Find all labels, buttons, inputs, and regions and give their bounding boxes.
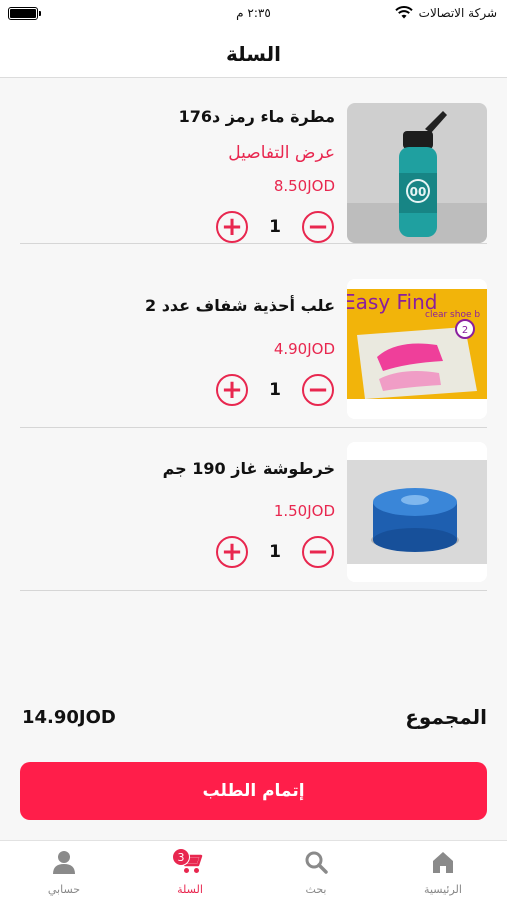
total-value: 14.90JOD bbox=[22, 707, 116, 728]
quantity-value: 1 bbox=[269, 542, 281, 562]
cart-total: 14.90JOD المجموع bbox=[22, 703, 487, 737]
checkout-button[interactable]: إتمام الطلب bbox=[20, 762, 487, 820]
bottom-tab-bar: الرئيسية بحث 3 السلة حسابي bbox=[0, 840, 507, 900]
page-header: السلة bbox=[0, 30, 507, 78]
product-price: 4.90JOD bbox=[273, 340, 335, 358]
increase-quantity-button[interactable]: + bbox=[216, 374, 248, 406]
product-price: 8.50JOD bbox=[273, 177, 335, 195]
tab-label: السلة bbox=[177, 883, 203, 896]
increase-quantity-button[interactable]: + bbox=[216, 536, 248, 568]
carrier-name: شركة الاتصالات bbox=[418, 6, 497, 20]
svg-text:00: 00 bbox=[410, 185, 427, 199]
plus-icon: + bbox=[221, 375, 243, 405]
product-image-water-bottle[interactable]: 00 bbox=[347, 103, 487, 243]
product-price: 1.50JOD bbox=[273, 502, 335, 520]
decrease-quantity-button[interactable]: − bbox=[302, 536, 334, 568]
minus-icon: − bbox=[307, 537, 329, 567]
wifi-icon bbox=[394, 6, 413, 19]
page-title: السلة bbox=[225, 41, 281, 66]
tab-label: بحث bbox=[305, 883, 327, 896]
status-carrier: شركة الاتصالات bbox=[394, 6, 497, 20]
cart-item: خرطوشة غاز 190 جم 1.50JOD + 1 − bbox=[20, 428, 487, 591]
cart-item: Easy Find clear shoe b 2 علب أحذية شفاف … bbox=[20, 265, 487, 428]
product-name: مطرة ماء رمز د176 bbox=[178, 107, 335, 126]
quantity-value: 1 bbox=[269, 380, 281, 400]
tab-label: الرئيسية bbox=[424, 883, 462, 896]
product-image-clear-shoe-box[interactable]: Easy Find clear shoe b 2 bbox=[347, 279, 487, 419]
home-icon bbox=[433, 852, 453, 873]
tab-cart[interactable]: 3 السلة bbox=[150, 841, 230, 900]
product-name: علب أحذية شفاف عدد 2 bbox=[144, 296, 335, 315]
svg-text:2: 2 bbox=[462, 325, 468, 336]
increase-quantity-button[interactable]: + bbox=[216, 211, 248, 243]
decrease-quantity-button[interactable]: − bbox=[302, 374, 334, 406]
quantity-stepper: + 1 − bbox=[216, 373, 334, 407]
user-icon bbox=[53, 851, 75, 874]
product-name: خرطوشة غاز 190 جم bbox=[162, 459, 335, 478]
quantity-stepper: + 1 − bbox=[216, 210, 334, 244]
cart-badge: 3 bbox=[172, 848, 190, 866]
decrease-quantity-button[interactable]: − bbox=[302, 211, 334, 243]
quantity-value: 1 bbox=[269, 217, 281, 237]
total-label: المجموع bbox=[405, 705, 487, 729]
minus-icon: − bbox=[307, 212, 329, 242]
minus-icon: − bbox=[307, 375, 329, 405]
search-icon bbox=[305, 851, 328, 874]
plus-icon: + bbox=[221, 212, 243, 242]
status-bar: ٢:٣٥ م شركة الاتصالات bbox=[0, 0, 507, 30]
quantity-stepper: + 1 − bbox=[216, 535, 334, 569]
tab-account[interactable]: حسابي bbox=[24, 841, 104, 900]
image-sub-text: clear shoe b bbox=[425, 310, 480, 320]
plus-icon: + bbox=[221, 537, 243, 567]
tab-label: حسابي bbox=[47, 883, 81, 896]
product-image-gas-cartridge[interactable] bbox=[347, 442, 487, 582]
image-brand-text: Easy Find bbox=[347, 290, 437, 314]
view-details-link[interactable]: عرض التفاصيل bbox=[228, 143, 335, 163]
cart-item: 00 مطرة ماء رمز د176 عرض التفاصيل 8.50JO… bbox=[20, 81, 487, 244]
tab-home[interactable]: الرئيسية bbox=[403, 841, 483, 900]
tab-search[interactable]: بحث bbox=[276, 841, 356, 900]
